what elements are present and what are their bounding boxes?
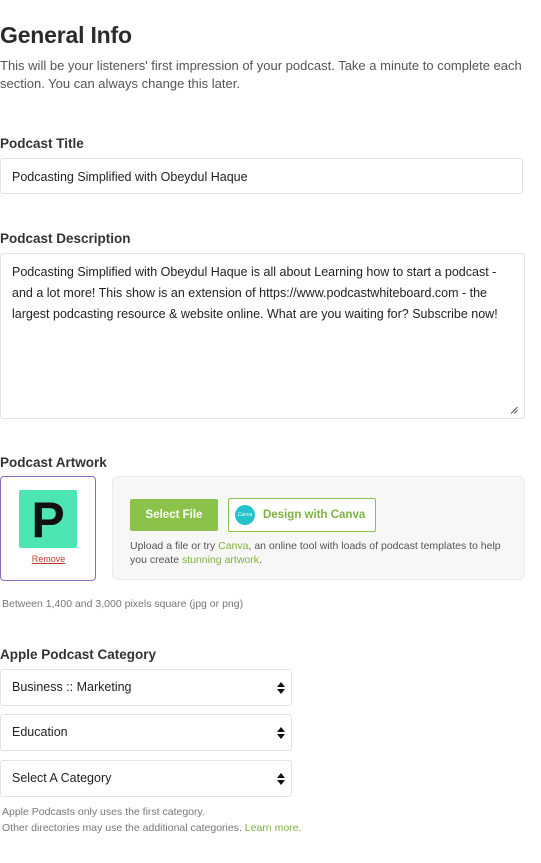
artwork-preview: P Remove xyxy=(0,476,96,581)
remove-artwork-link[interactable]: Remove xyxy=(1,554,96,564)
select-arrows-icon xyxy=(277,773,285,785)
upload-help-text: Upload a file or try Canva, an online to… xyxy=(130,539,515,567)
design-with-canva-label: Design with Canva xyxy=(263,509,366,521)
upload-text-1: Upload a file or try xyxy=(130,540,219,552)
category-select-3[interactable]: Select A Category xyxy=(0,760,292,797)
podcast-description-textarea[interactable]: Podcasting Simplified with Obeydul Haque… xyxy=(0,253,525,419)
page-title: General Info xyxy=(0,22,132,48)
select-file-button[interactable]: Select File xyxy=(130,499,218,531)
category-note-2: Other directories may use the additional… xyxy=(2,822,245,834)
podcast-description-label: Podcast Description xyxy=(0,231,131,246)
canva-logo-icon: Canva xyxy=(235,505,255,525)
artwork-upload-panel: Select File Canva Design with Canva Uplo… xyxy=(112,476,525,580)
podcast-artwork-label: Podcast Artwork xyxy=(0,455,107,470)
select-arrows-icon xyxy=(277,727,285,739)
resize-handle-icon[interactable] xyxy=(510,406,518,414)
stunning-artwork-link[interactable]: stunning artwork xyxy=(182,554,259,566)
artwork-thumbnail: P xyxy=(19,490,77,548)
category-note-1: Apple Podcasts only uses the first categ… xyxy=(2,806,205,818)
page-intro: This will be your listeners' first impre… xyxy=(0,58,522,91)
category-select-2[interactable]: Education xyxy=(0,714,292,751)
apple-category-label: Apple Podcast Category xyxy=(0,647,157,662)
category-select-1[interactable]: Business :: Marketing xyxy=(0,669,292,706)
podcast-title-label: Podcast Title xyxy=(0,136,84,151)
podcast-description-text: Podcasting Simplified with Obeydul Haque… xyxy=(12,265,498,321)
category-note-2-line: Other directories may use the additional… xyxy=(2,820,301,836)
category-select-3-value: Select A Category xyxy=(12,771,112,785)
select-arrows-icon xyxy=(277,682,285,694)
category-footnote: Apple Podcasts only uses the first categ… xyxy=(2,804,301,836)
canva-link[interactable]: Canva xyxy=(218,540,248,552)
learn-more-link[interactable]: Learn more. xyxy=(245,822,302,834)
category-select-2-value: Education xyxy=(12,725,68,739)
design-with-canva-button[interactable]: Canva Design with Canva xyxy=(228,498,376,532)
artwork-size-hint: Between 1,400 and 3,000 pixels square (j… xyxy=(2,598,244,610)
podcast-title-input[interactable]: Podcasting Simplified with Obeydul Haque xyxy=(0,158,523,194)
category-select-1-value: Business :: Marketing xyxy=(12,680,132,694)
upload-text-3: . xyxy=(259,554,262,566)
